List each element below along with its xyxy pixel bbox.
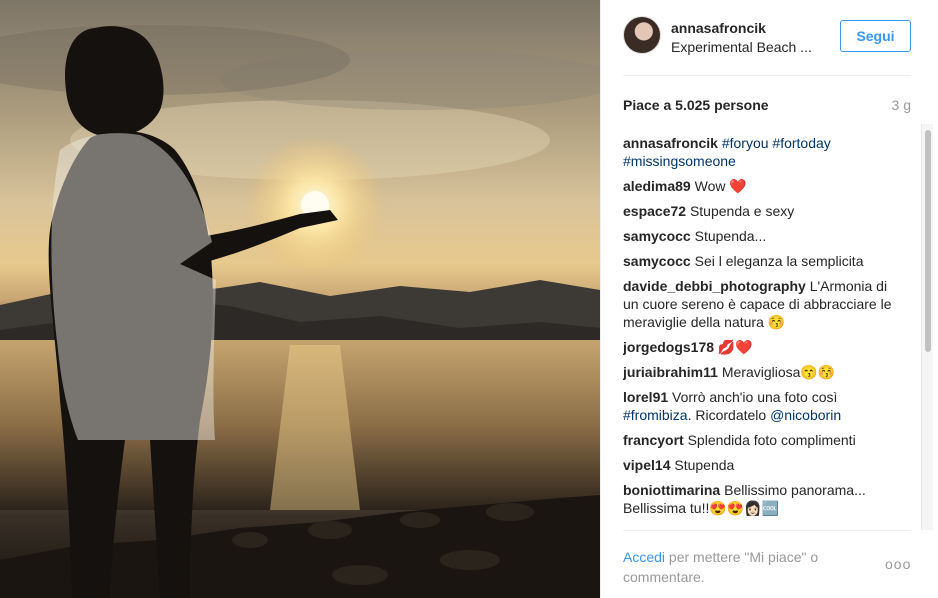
hashtag[interactable]: #missingsomeone	[623, 153, 736, 169]
comment-username[interactable]: samycocc	[623, 228, 691, 244]
comment: francyort Splendida foto complimenti	[623, 431, 903, 449]
sunset-beach-image	[0, 25, 600, 598]
likes-count[interactable]: Piace a 5.025 persone	[623, 97, 769, 113]
post-header: annasafroncik Experimental Beach ... Seg…	[601, 0, 938, 76]
post-photo	[0, 0, 600, 598]
caption: annasafroncik #foryou #fortoday #missing…	[623, 134, 903, 170]
comment: aledima89 Wow ❤️	[623, 177, 903, 195]
login-prompt: Accedi per mettere "Mi piace" o commenta…	[623, 547, 863, 587]
comment: boniottimarina Bellissimo panorama... Be…	[623, 481, 903, 517]
comment-text: . Ricordatelo	[687, 407, 767, 423]
comment-text: Stupenda	[674, 457, 735, 473]
mention[interactable]: @nicoborin	[770, 407, 841, 423]
comment-username[interactable]: samycocc	[623, 253, 691, 269]
comment: jorgedogs178 💋❤️	[623, 338, 903, 356]
follow-button[interactable]: Segui	[840, 20, 911, 52]
comment: espace72 Stupenda e sexy	[623, 202, 903, 220]
comment-text: Wow ❤️	[694, 178, 747, 194]
comment-text: Meravigliosa😙😚	[721, 364, 836, 380]
comment-text: 💋❤️	[717, 339, 753, 355]
comment: davide_debbi_photography L'Armonia di un…	[623, 277, 903, 331]
post-time[interactable]: 3 g	[892, 97, 911, 113]
comment-username[interactable]: jorgedogs178	[623, 339, 714, 355]
comment: lorel91 Vorrò anch'io una foto così #fro…	[623, 388, 903, 424]
comment: vipel14 Stupenda	[623, 456, 903, 474]
likes-row: Piace a 5.025 persone 3 g	[623, 97, 911, 113]
post-location[interactable]: Experimental Beach ...	[671, 39, 812, 55]
comments-list: annasafroncik #foryou #fortoday #missing…	[623, 134, 903, 529]
comment-username[interactable]: boniottimarina	[623, 482, 720, 498]
post-username[interactable]: annasafroncik	[671, 20, 766, 36]
header-divider	[623, 75, 911, 76]
comment-username[interactable]: espace72	[623, 203, 686, 219]
hashtag[interactable]: #fromibiza	[623, 407, 688, 423]
comment: samycocc Stupenda...	[623, 227, 903, 245]
comment-username[interactable]: aledima89	[623, 178, 691, 194]
comment-text: Stupenda...	[694, 228, 767, 244]
comment-text: Sei l eleganza la semplicita	[694, 253, 864, 269]
comments-scrollbar[interactable]	[921, 124, 933, 530]
post-side-panel: annasafroncik Experimental Beach ... Seg…	[600, 0, 938, 598]
avatar[interactable]	[623, 16, 661, 54]
comment-text: Splendida foto complimenti	[687, 432, 856, 448]
hashtag[interactable]: #fortoday	[772, 135, 830, 151]
comment-username[interactable]: vipel14	[623, 457, 670, 473]
comment-username[interactable]: francyort	[623, 432, 684, 448]
comment: juriaibrahim11 Meravigliosa😙😚	[623, 363, 903, 381]
more-options-icon[interactable]: ooo	[885, 556, 911, 572]
comment-text: Stupenda e sexy	[689, 203, 795, 219]
hashtag[interactable]: #foryou	[722, 135, 769, 151]
comment-username[interactable]: davide_debbi_photography	[623, 278, 806, 294]
comment-username[interactable]: lorel91	[623, 389, 668, 405]
footer-divider	[623, 530, 911, 531]
comment-text: Vorrò anch'io una foto così	[672, 389, 838, 405]
comment: samycocc Sei l eleganza la semplicita	[623, 252, 903, 270]
comment-username[interactable]: juriaibrahim11	[623, 364, 718, 380]
login-link[interactable]: Accedi	[623, 549, 665, 565]
scrollbar-thumb[interactable]	[925, 130, 931, 352]
caption-username[interactable]: annasafroncik	[623, 135, 718, 151]
